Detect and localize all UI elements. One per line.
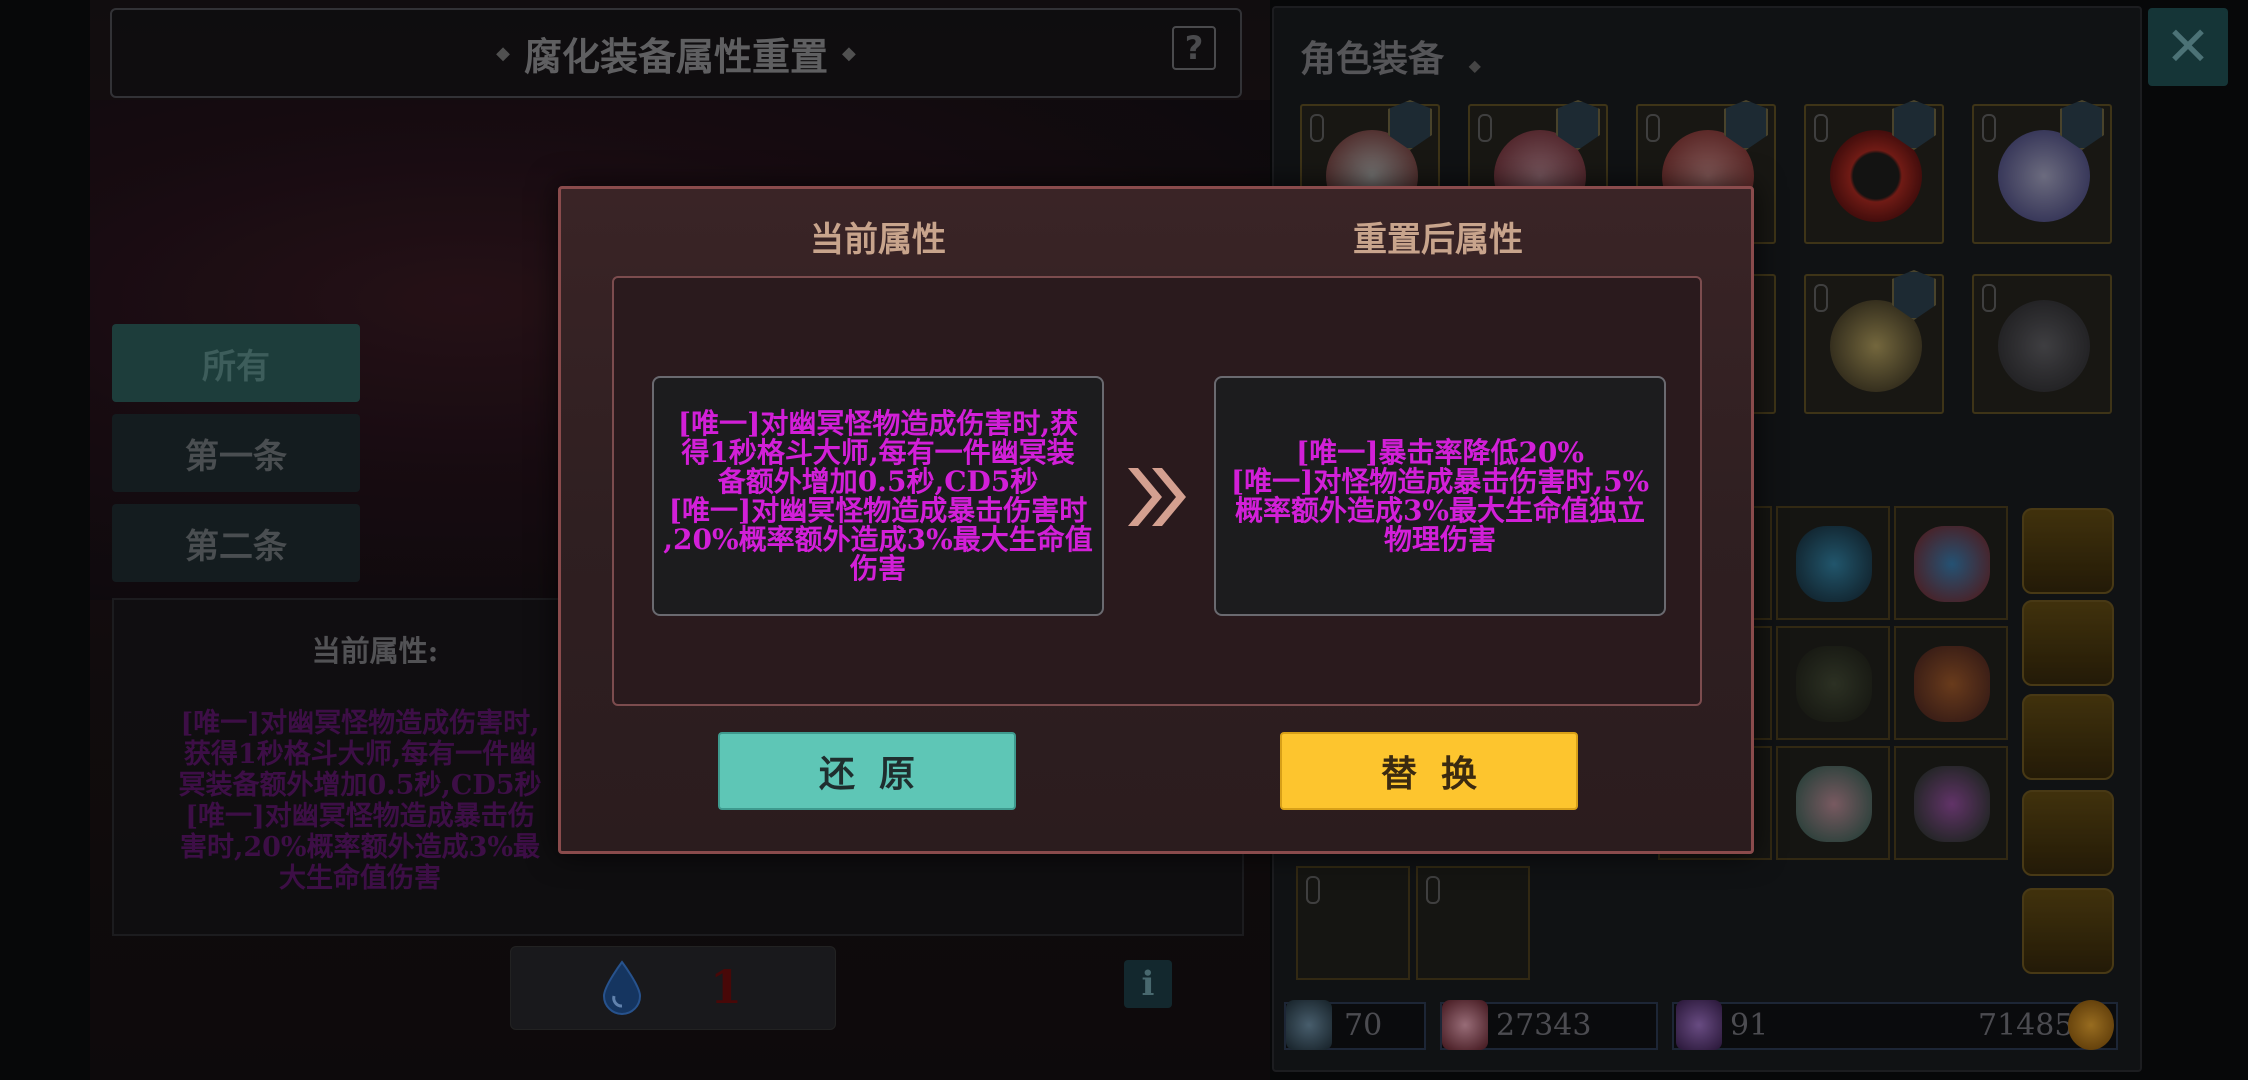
attr-line: 物理伤害 bbox=[1383, 523, 1496, 556]
attr-line: 得1秒格斗大师,每有一件幽冥装 bbox=[681, 436, 1075, 469]
attr-line: [唯一]对幽冥怪物造成伤害时,获 bbox=[677, 407, 1079, 440]
attr-line: [唯一]暴击率降低20% bbox=[1295, 436, 1585, 469]
after-reset-attributes-box: [唯一]暴击率降低20% [唯一]对怪物造成暴击伤害时,5% 概率额外造成3%最… bbox=[1214, 376, 1666, 616]
replace-button-label: 替换 bbox=[1380, 753, 1501, 795]
after-reset-heading: 重置后属性 bbox=[1353, 220, 1523, 260]
restore-button-label: 还原 bbox=[818, 753, 939, 795]
double-chevron-right-icon bbox=[1128, 468, 1186, 526]
attr-line: ,20%概率额外造成3%最大生命值 bbox=[663, 523, 1093, 556]
attr-line: 备额外增加0.5秒,CD5秒 bbox=[717, 465, 1039, 498]
current-attributes-heading: 当前属性 bbox=[810, 220, 946, 260]
restore-button[interactable]: 还原 bbox=[718, 732, 1016, 810]
replace-button[interactable]: 替换 bbox=[1280, 732, 1578, 810]
attr-line: [唯一]对怪物造成暴击伤害时,5% bbox=[1230, 465, 1650, 498]
attr-line: 伤害 bbox=[849, 552, 906, 585]
attr-line: [唯一]对幽冥怪物造成暴击伤害时 bbox=[668, 494, 1088, 527]
attr-line: 概率额外造成3%最大生命值独立 bbox=[1234, 494, 1646, 527]
current-attributes-box: [唯一]对幽冥怪物造成伤害时,获 得1秒格斗大师,每有一件幽冥装 备额外增加0.… bbox=[652, 376, 1104, 616]
